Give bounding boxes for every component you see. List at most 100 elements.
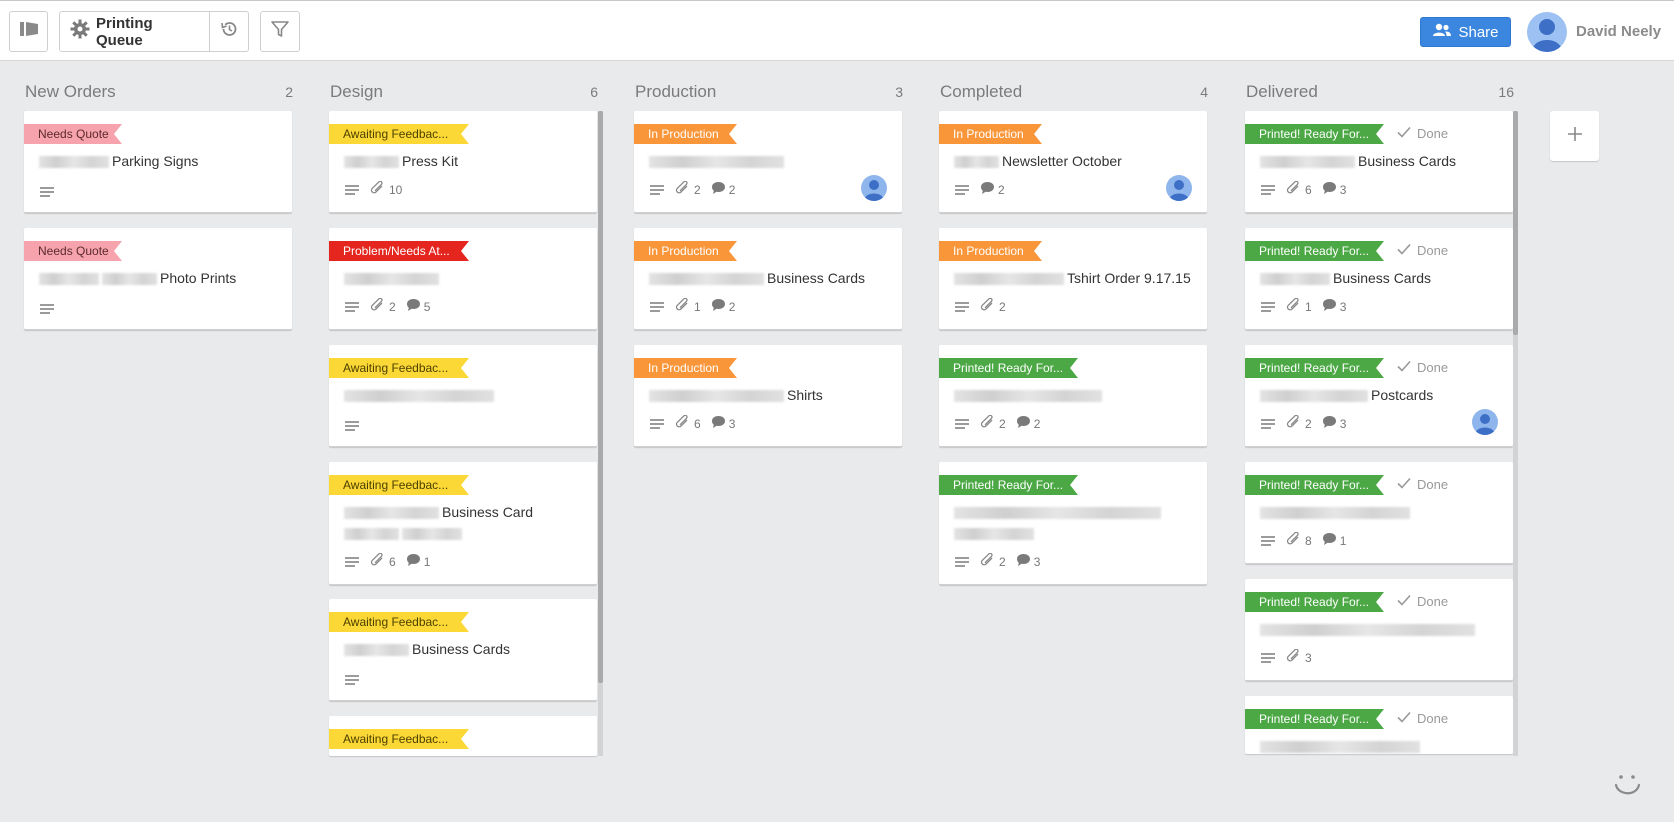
- description-icon: [1260, 535, 1276, 547]
- card-label: Awaiting Feedbac...: [329, 475, 469, 495]
- card[interactable]: Printed! Ready For... 2 3: [939, 462, 1207, 585]
- card[interactable]: In Production Shirts 6 3: [634, 345, 902, 447]
- card-title: [1260, 619, 1500, 640]
- card-badges: [344, 674, 360, 686]
- paperclip-icon: [1286, 531, 1302, 549]
- list-title[interactable]: Completed: [940, 82, 1022, 102]
- card[interactable]: Printed! Ready For... 2 2: [939, 345, 1207, 447]
- list-title[interactable]: New Orders: [25, 82, 116, 102]
- card-badges: 12: [649, 297, 735, 315]
- paperclip-icon: [675, 180, 691, 198]
- top-bar: Printing Queue Share David Neely: [0, 0, 1674, 61]
- list-header: Design 6: [329, 80, 599, 104]
- card[interactable]: Awaiting Feedbac...: [329, 716, 597, 756]
- card[interactable]: Printed! Ready For... Done 3: [1245, 579, 1513, 681]
- attachment-count: 2: [694, 182, 701, 197]
- attachment-count: 6: [389, 554, 396, 569]
- paperclip-icon: [370, 180, 386, 198]
- card-label: Problem/Needs At...: [329, 241, 469, 261]
- card-label: In Production: [634, 241, 737, 261]
- card-title: Business Cards: [1260, 151, 1500, 172]
- card[interactable]: Printed! Ready For... Done Postcards 2 3: [1245, 345, 1513, 447]
- card-title: Press Kit: [344, 151, 584, 172]
- card[interactable]: Awaiting Feedbac... Business Cards: [329, 599, 597, 701]
- card[interactable]: In Production Business Cards 1 2: [634, 228, 902, 330]
- done-badge: Done: [1397, 126, 1448, 141]
- paperclip-icon: [1286, 297, 1302, 315]
- redacted-text: [1260, 273, 1330, 286]
- done-badge: Done: [1397, 711, 1448, 726]
- comment-badge: 2: [711, 298, 735, 315]
- card[interactable]: Needs Quote Photo Prints: [24, 228, 292, 330]
- card-label: Awaiting Feedbac...: [329, 358, 469, 378]
- user-avatar[interactable]: [1527, 12, 1567, 52]
- card-badges: 2: [954, 297, 1006, 315]
- card-title: Business Cards: [649, 268, 889, 289]
- card[interactable]: In Production Tshirt Order 9.17.15 2: [939, 228, 1207, 330]
- delivered-scrollbar[interactable]: [1513, 111, 1518, 335]
- share-button[interactable]: Share: [1420, 17, 1511, 47]
- sidebar-icon: [19, 20, 39, 43]
- attachment-count: 10: [389, 182, 403, 197]
- attachment-count: 2: [1305, 416, 1312, 431]
- design-scrollbar[interactable]: [598, 111, 603, 683]
- card-title: [1260, 502, 1500, 523]
- list-title[interactable]: Delivered: [1246, 82, 1318, 102]
- redacted-text: [954, 507, 1161, 520]
- card[interactable]: Needs Quote Parking Signs: [24, 111, 292, 213]
- smile-icon[interactable]: [1612, 771, 1642, 806]
- comment-count: 3: [1033, 554, 1041, 569]
- card-label: In Production: [939, 241, 1042, 261]
- card-label: Printed! Ready For...: [1245, 124, 1384, 144]
- comment-count: 3: [1339, 299, 1347, 314]
- attachment-count: 2: [389, 299, 396, 314]
- list-title[interactable]: Production: [635, 82, 716, 102]
- add-list-button[interactable]: [1550, 111, 1599, 161]
- comment-badge: 3: [711, 415, 735, 432]
- card-badges: 13: [1260, 297, 1347, 315]
- card[interactable]: Awaiting Feedbac... Press Kit 10: [329, 111, 597, 213]
- user-name[interactable]: David Neely: [1576, 23, 1661, 40]
- paperclip-icon: [1286, 648, 1302, 666]
- card-title-text: Newsletter October: [1002, 153, 1122, 169]
- list-new-orders: New Orders 2 Needs Quote Parking Signs Needs…: [24, 80, 294, 710]
- attachment-count: 1: [1305, 299, 1312, 314]
- card[interactable]: Awaiting Feedbac...: [329, 345, 597, 447]
- comment-icon: [406, 553, 421, 570]
- card[interactable]: Printed! Ready For... Done Business Cards 1…: [1245, 228, 1513, 330]
- card[interactable]: Problem/Needs At... 2 5: [329, 228, 597, 330]
- card[interactable]: Printed! Ready For... Done 8 1: [1245, 462, 1513, 564]
- card[interactable]: In Production Newsletter October 2: [939, 111, 1207, 213]
- done-badge: Done: [1397, 477, 1448, 492]
- done-label: Done: [1417, 477, 1449, 492]
- comment-badge: 3: [1322, 298, 1347, 315]
- card[interactable]: Printed! Ready For... Done: [1245, 696, 1513, 754]
- paperclip-icon: [980, 297, 996, 315]
- card-label: In Production: [939, 124, 1042, 144]
- attachment-count: 3: [1305, 650, 1312, 665]
- comment-count: 5: [423, 299, 431, 314]
- card-title-text: Business Cards: [767, 270, 866, 286]
- list-title[interactable]: Design: [330, 82, 383, 102]
- filter-button[interactable]: [260, 11, 300, 52]
- comment-icon: [1322, 415, 1337, 432]
- history-button[interactable]: [209, 11, 249, 52]
- card-badges: 22: [954, 414, 1040, 432]
- card[interactable]: Printed! Ready For... Done Business Cards 6…: [1245, 111, 1513, 213]
- card[interactable]: In Production 2 2: [634, 111, 902, 213]
- board-menu-button[interactable]: Printing Queue: [59, 11, 210, 52]
- redacted-text: [344, 528, 399, 541]
- card[interactable]: Awaiting Feedbac... Business Card 6 1: [329, 462, 597, 585]
- paperclip-icon: [980, 414, 996, 432]
- description-icon: [954, 301, 970, 313]
- card-label: Printed! Ready For...: [939, 358, 1078, 378]
- redacted-text: [402, 528, 462, 541]
- attachment-count: 2: [999, 554, 1006, 569]
- card-badges: 23: [954, 552, 1041, 570]
- redacted-text: [954, 390, 1102, 403]
- card-badges: 63: [649, 414, 735, 432]
- redacted-text: [649, 156, 784, 169]
- sidebar-toggle-button[interactable]: [9, 11, 48, 52]
- card-title: [649, 151, 889, 172]
- attachment-badge: 2: [980, 552, 1006, 570]
